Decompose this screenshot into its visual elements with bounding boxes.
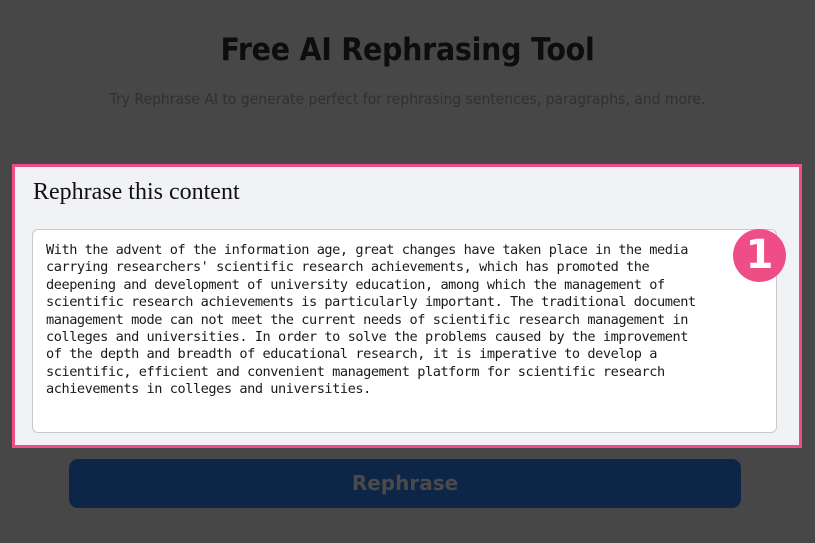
rephrase-input-panel: Rephrase this content With the advent of… [12, 164, 802, 448]
page-title: Free AI Rephrasing Tool [220, 32, 595, 68]
content-input-textarea[interactable]: With the advent of the information age, … [32, 229, 777, 433]
step-number-badge: 1 [733, 229, 786, 282]
panel-heading: Rephrase this content [33, 179, 240, 205]
page-subtitle: Try Rephrase AI to generate perfect for … [109, 90, 706, 108]
rephrase-button[interactable]: Rephrase [69, 459, 741, 508]
